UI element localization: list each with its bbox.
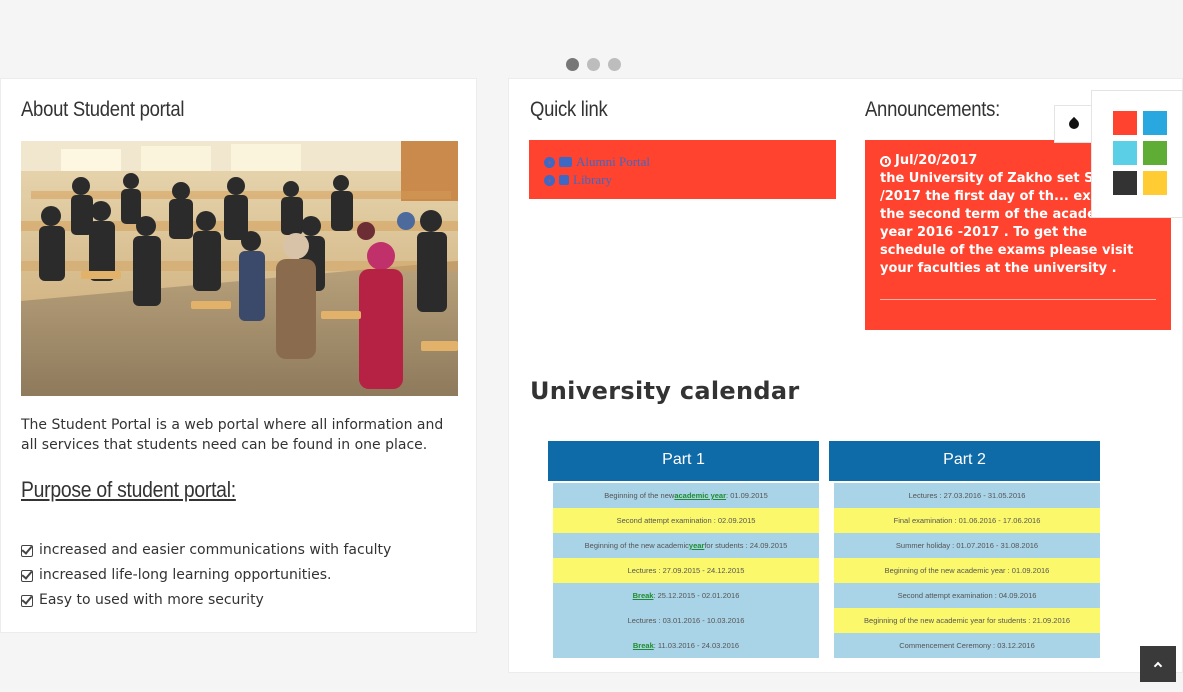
calendar-part-1: Part 1 Beginning of the new academic yea… [548,441,819,658]
checkbox-check-icon [21,544,33,557]
book-icon [559,175,569,185]
purpose-text: increased life-long learning opportuniti… [39,567,332,583]
divider [880,299,1156,300]
calendar-row: Summer holiday : 01.07.2016 - 31.08.2016 [834,533,1100,558]
carousel-dot-1[interactable] [566,58,579,71]
purpose-text: increased and easier communications with… [39,542,392,558]
links-panel: Quick link › Alumni Portal › Library Ann… [508,78,1183,673]
theme-swatch-3[interactable] [1113,141,1137,165]
calendar-part-2: Part 2 Lectures : 27.03.2016 - 31.05.201… [829,441,1100,658]
theme-swatch-5[interactable] [1113,171,1137,195]
droplet-icon [1066,116,1081,132]
calendar-rows: Lectures : 27.03.2016 - 31.05.2016 Final … [834,483,1100,658]
calendar-row: Lectures : 27.09.2015 - 24.12.2015 [553,558,819,583]
purpose-text: Easy to used with more security [39,592,264,608]
alumni-portal-link[interactable]: › Alumni Portal [544,153,821,171]
theme-swatch-1[interactable] [1113,111,1137,135]
link-label: Alumni Portal [576,154,651,169]
calendar-row: Lectures : 27.03.2016 - 31.05.2016 [834,483,1100,508]
announcement-date-text: Jul/20/2017 [895,153,978,168]
scroll-top-button[interactable] [1140,646,1176,682]
classroom-photo [21,141,458,396]
circle-arrow-icon: › [544,174,555,186]
calendar-row: Second attempt examination : 02.09.2015 [553,508,819,533]
theme-swatch-6[interactable] [1143,171,1167,195]
carousel-indicators [566,58,621,71]
checkbox-check-icon [21,594,33,607]
calendar-highlight: Break [632,641,654,650]
list-item: increased and easier communications with… [21,538,391,563]
calendar-title: University calendar [530,377,800,405]
about-title: About Student portal [21,98,185,121]
list-item: increased life-long learning opportuniti… [21,563,391,588]
calendar-row: Beginning of the new academic year for s… [834,608,1100,633]
calendar-row: Break : 25.12.2015 - 02.01.2016 [553,583,819,608]
quick-link-box: › Alumni Portal › Library [529,140,836,199]
calendar-highlight: year [688,541,705,550]
calendar-row: Break : 11.03.2016 - 24.03.2016 [553,633,819,658]
theme-swatch-2[interactable] [1143,111,1167,135]
list-item: Easy to used with more security [21,588,391,613]
calendar-rows: Beginning of the new academic year : 01.… [553,483,819,658]
purpose-list: increased and easier communications with… [21,538,391,613]
announcements-title: Announcements: [865,98,1000,121]
library-link[interactable]: › Library [544,171,821,189]
about-description: The Student Portal is a web portal where… [21,417,444,453]
purpose-title: Purpose of student portal: [21,477,236,502]
calendar-row: Beginning of the new academic year : 01.… [834,558,1100,583]
carousel-dot-3[interactable] [608,58,621,71]
checkbox-check-icon [21,569,33,582]
calendar-row: Lectures : 03.01.2016 - 10.03.2016 [553,608,819,633]
calendar-highlight: Break [632,591,654,600]
theme-swatch-4[interactable] [1143,141,1167,165]
graduation-cap-icon [559,157,572,167]
link-label: Library [573,172,612,187]
circle-arrow-icon: › [544,156,555,168]
about-panel: About Student portal The Student Portal … [0,78,477,633]
calendar-row: Beginning of the new academic year : 01.… [553,483,819,508]
calendar-row: Second attempt examination : 04.09.2016 [834,583,1100,608]
calendar-row: Final examination : 01.06.2016 - 17.06.2… [834,508,1100,533]
calendar-row: Commencement Ceremony : 03.12.2016 [834,633,1100,658]
chevron-up-icon [1153,661,1163,670]
theme-color-panel [1091,90,1183,218]
calendar-part-header: Part 2 [829,441,1100,483]
carousel-dot-2[interactable] [587,58,600,71]
calendar-row: Beginning of the new academic year for s… [553,533,819,558]
clock-icon [880,155,891,167]
calendar-highlight: academic year [674,491,727,500]
theme-toggle-button[interactable] [1054,105,1092,143]
calendar-part-header: Part 1 [548,441,819,483]
quick-link-title: Quick link [530,98,608,121]
